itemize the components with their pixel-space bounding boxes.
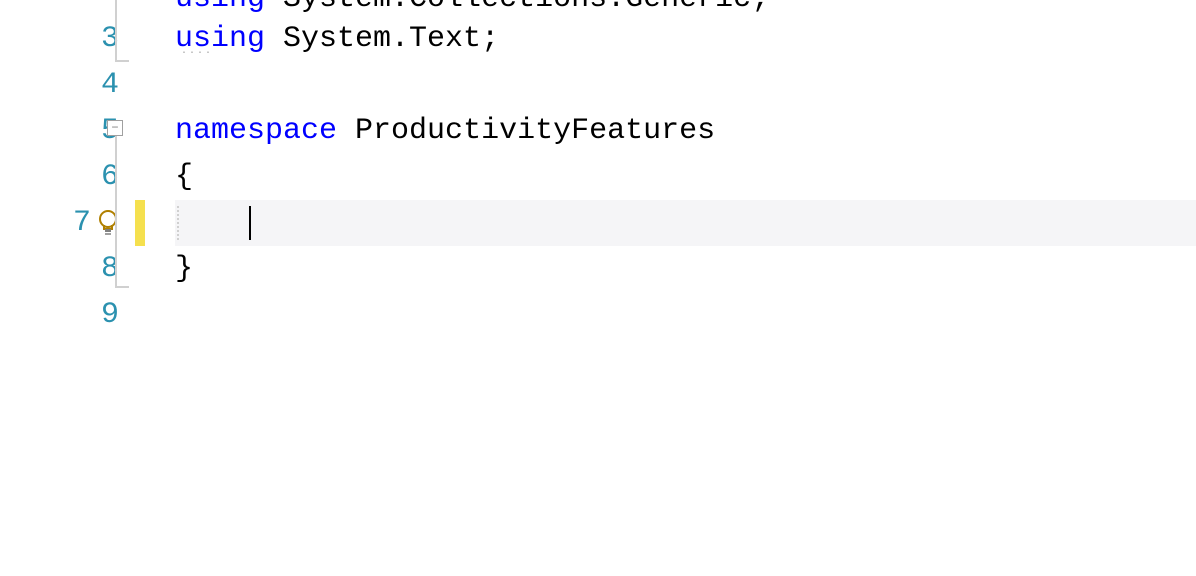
line-number: 4 — [101, 68, 119, 102]
brace-token: { — [175, 160, 193, 194]
code-area[interactable]: using System.Collections.Generic; ···· u… — [175, 0, 1196, 576]
punct-token: ; — [481, 22, 499, 56]
whitespace-dots: ···· — [181, 48, 213, 59]
code-line-partial: using System.Collections.Generic; — [175, 0, 1196, 16]
line-number: 9 — [101, 298, 119, 332]
gutter-row: 8 — [0, 246, 125, 292]
editor-margin: − — [125, 0, 175, 576]
outline-end — [115, 286, 129, 288]
line-number: 7 — [73, 206, 91, 240]
code-line[interactable]: } — [175, 246, 1196, 292]
code-line[interactable]: namespace ProductivityFeatures — [175, 108, 1196, 154]
text-caret — [249, 206, 251, 240]
gutter-row: 3 — [0, 16, 125, 62]
keyword-token: using — [175, 0, 265, 16]
code-editor[interactable]: 3 4 5 6 7 8 9 − using System.Collections… — [0, 0, 1196, 576]
outline-guide — [115, 0, 117, 62]
change-indicator — [135, 200, 145, 246]
gutter-row: 4 — [0, 62, 125, 108]
code-line-current[interactable] — [175, 200, 1196, 246]
brace-token: } — [175, 252, 193, 286]
gutter-row: 9 — [0, 292, 125, 338]
type-token: System.Text — [283, 22, 481, 56]
code-line[interactable]: { — [175, 154, 1196, 200]
code-line[interactable] — [175, 62, 1196, 108]
line-number-gutter: 3 4 5 6 7 8 9 — [0, 0, 125, 576]
indent-guide — [177, 206, 179, 240]
code-line[interactable]: ···· using System.Text; — [175, 16, 1196, 62]
punct-token: ; — [751, 0, 769, 16]
gutter-row: 6 — [0, 154, 125, 200]
fold-toggle[interactable]: − — [107, 120, 123, 136]
identifier-token: ProductivityFeatures — [355, 114, 715, 148]
outline-guide — [115, 136, 117, 288]
keyword-token: namespace — [175, 114, 337, 148]
code-line[interactable] — [175, 292, 1196, 338]
gutter-row-current: 7 — [0, 200, 125, 246]
fold-glyph: − — [111, 122, 118, 134]
type-token: System.Collections.Generic — [283, 0, 751, 16]
gutter-row-partial — [0, 0, 125, 16]
outline-end — [115, 60, 129, 62]
